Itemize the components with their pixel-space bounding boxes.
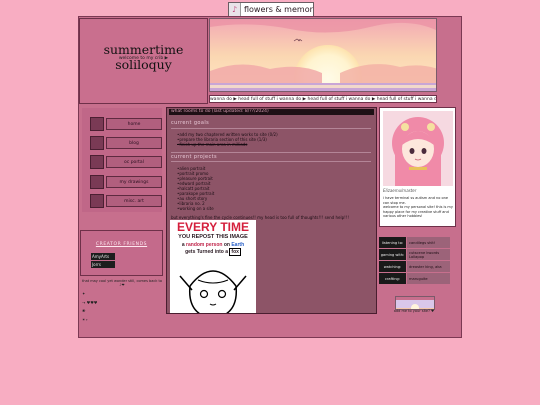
status-row: watching: dreaster king, aka <box>379 261 450 272</box>
nav-label: oc portal <box>106 156 162 168</box>
main-header: what rooms to do (last updated: 8/??/202… <box>169 109 374 115</box>
creator-friends-heading: CREATOR FRIENDS <box>95 242 148 247</box>
meme-line-3: a random person on Earth <box>181 242 245 248</box>
nav-square-icon <box>90 155 104 169</box>
nav-square-icon <box>90 175 104 189</box>
list-item: finish up the main area in milliads <box>177 142 278 147</box>
status-row: listening to: candilegs shit! <box>379 237 450 248</box>
sunset-illustration <box>210 19 436 91</box>
site-subtitle: welcome to my crib ▶ <box>118 56 169 61</box>
profile-picture <box>383 111 453 186</box>
music-player[interactable]: ♪ flowers & memor <box>228 2 314 17</box>
music-note-icon[interactable]: ♪ <box>229 3 241 16</box>
status-row: crafting: maruguite <box>379 273 450 284</box>
nav-drawings-button[interactable]: my drawings <box>90 175 162 189</box>
nav-misc-art-button[interactable]: misc. art <box>90 194 162 208</box>
star-icon: ✴∘ <box>82 316 88 322</box>
nav-blog-button[interactable]: blog <box>90 136 162 150</box>
nav-square-icon <box>90 136 104 150</box>
status-key: listening to: <box>379 237 406 248</box>
current-goals-heading: current goals <box>171 120 210 126</box>
nav-square-icon <box>90 117 104 131</box>
status-value: cutscene kwords Lollapop <box>407 249 450 260</box>
meme-line-1: EVERY TIME <box>170 220 256 234</box>
status-value: candilegs shit! <box>407 237 450 248</box>
goals-list: add my two chaptered written works to si… <box>177 132 278 147</box>
creator-friends-box: CREATOR FRIENDS AmyArts Jorrs <box>80 230 163 276</box>
side-icon-list: ✦ → ♥♥♥ ❀ ✴∘ <box>82 290 112 324</box>
profile-name: Elizaemulmaster <box>383 188 417 193</box>
current-projects-heading: current projects <box>171 154 217 160</box>
meme-image: EVERY TIME YOU REPOST THIS IMAGE a rando… <box>170 220 256 313</box>
status-key: gaming with: <box>379 249 406 260</box>
status-value: maruguite <box>407 273 450 284</box>
nav-label: home <box>106 118 162 130</box>
sidebar-nav: home blog oc portal my drawings misc. ar… <box>82 108 162 212</box>
nav-label: misc. art <box>106 195 162 207</box>
profile-card: Elizaemulmaster i have terminal ss autis… <box>379 107 456 227</box>
friend-button-jorrs[interactable]: Jorrs <box>91 261 115 268</box>
site-button-image[interactable] <box>395 296 435 310</box>
sparkle-icon: ✦ <box>82 291 86 296</box>
flower-icon: ❀ <box>82 308 86 313</box>
nav-oc-portal-button[interactable]: oc portal <box>90 155 162 169</box>
meme-line-2: YOU REPOST THIS IMAGE <box>178 234 248 240</box>
nav-label: blog <box>106 137 162 149</box>
stamp-text: that may cool yet wonder still, comes ba… <box>82 279 162 287</box>
meme-drawing <box>179 270 247 313</box>
divider <box>171 128 371 129</box>
sunset-banner-image <box>209 18 437 92</box>
status-key: crafting: <box>379 273 406 284</box>
add-me-caption: add me to your site? ♥ <box>393 309 435 313</box>
divider <box>171 161 371 162</box>
nav-square-icon <box>90 194 104 208</box>
nav-label: my drawings <box>106 176 162 188</box>
list-item: working on a site <box>177 206 214 211</box>
meme-line-4: gets Turned into a fox <box>185 248 241 256</box>
main-content-panel: what rooms to do (last updated: 8/??/202… <box>166 107 377 314</box>
friend-button-amyarts[interactable]: AmyArts <box>91 253 115 260</box>
song-title: flowers & memor <box>244 5 313 14</box>
projects-list: alien portrait portrait promo pleasure p… <box>177 166 214 211</box>
status-row: gaming with: cutscene kwords Lollapop <box>379 249 450 260</box>
divider <box>171 152 371 153</box>
profile-bio: i have terminal ss autism and no one can… <box>383 196 453 218</box>
status-key: watching: <box>379 261 406 272</box>
scrolling-marquee: wanna do ▶ head full of stuff i wanna do… <box>209 95 437 103</box>
status-value: dreaster king, aka <box>407 261 450 272</box>
hearts-icon: → ♥♥♥ <box>82 299 98 305</box>
nav-home-button[interactable]: home <box>90 117 162 131</box>
